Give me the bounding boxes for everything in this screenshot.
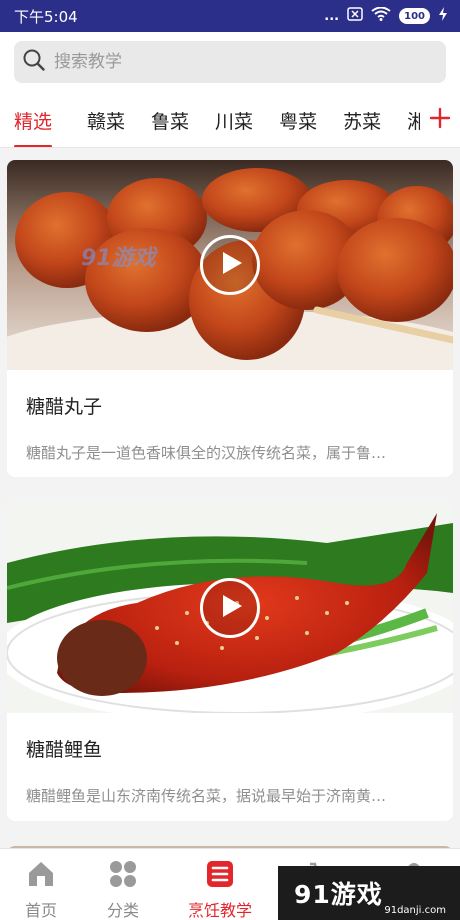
tab-su-cuisine[interactable]: 苏菜 bbox=[330, 92, 394, 147]
wifi-icon bbox=[371, 6, 391, 25]
recipe-video-thumbnail[interactable] bbox=[7, 503, 453, 713]
tab-lu-cuisine[interactable]: 鲁菜 bbox=[138, 92, 202, 147]
brand-logo-text: 91游戏 bbox=[294, 880, 383, 909]
nav-home[interactable]: 首页 bbox=[0, 849, 82, 920]
play-button[interactable] bbox=[200, 235, 260, 295]
category-tabs: 精选 赣菜 鲁菜 川菜 粤菜 苏菜 湘 bbox=[0, 92, 460, 148]
tab-chuan-cuisine[interactable]: 川菜 bbox=[202, 92, 266, 147]
recipe-description: 糖醋鲤鱼是山东济南传统名菜，据说最早始于济南黄… bbox=[26, 787, 387, 805]
home-icon bbox=[26, 859, 56, 893]
add-category-button[interactable] bbox=[420, 92, 460, 147]
tab-featured[interactable]: 精选 bbox=[0, 92, 66, 147]
nav-cooking-lessons-label: 烹饪教学 bbox=[187, 901, 252, 920]
recipe-title: 糖醋鲤鱼 bbox=[26, 739, 103, 761]
search-box[interactable] bbox=[14, 41, 446, 83]
tab-gan-cuisine[interactable]: 赣菜 bbox=[66, 92, 138, 147]
play-icon bbox=[215, 593, 245, 623]
sim-off-icon bbox=[347, 7, 363, 25]
nav-category[interactable]: 分类 bbox=[82, 849, 164, 920]
nav-home-label: 首页 bbox=[24, 901, 57, 920]
status-time: 下午5:04 bbox=[14, 7, 78, 26]
nav-category-label: 分类 bbox=[106, 901, 139, 920]
category-icon bbox=[108, 859, 138, 893]
play-icon bbox=[215, 250, 245, 280]
watermark: 91游戏 bbox=[81, 246, 156, 271]
recipe-card[interactable]: 糖醋鲤鱼 糖醋鲤鱼是山东济南传统名菜，据说最早始于济南黄… bbox=[7, 503, 453, 821]
recipe-description: 糖醋丸子是一道色香味俱全的汉族传统名菜，属于鲁… bbox=[26, 444, 387, 462]
tab-yue-cuisine[interactable]: 粤菜 bbox=[266, 92, 330, 147]
play-button[interactable] bbox=[200, 578, 260, 638]
nav-cooking-lessons[interactable]: 烹饪教学 bbox=[164, 849, 276, 920]
status-bar: 下午5:04 ... 100 bbox=[0, 0, 460, 32]
tab-row: 精选 赣菜 鲁菜 川菜 粤菜 苏菜 湘 bbox=[0, 92, 439, 147]
search-icon bbox=[22, 48, 46, 76]
search-bar bbox=[0, 32, 460, 92]
brand-url: 91danji.com bbox=[384, 905, 446, 916]
more-dots: ... bbox=[324, 8, 340, 24]
recipe-card[interactable]: 91游戏 糖醋丸子 糖醋丸子是一道色香味俱全的汉族传统名菜，属于鲁… bbox=[7, 160, 453, 477]
video-feed: 91游戏 糖醋丸子 糖醋丸子是一道色香味俱全的汉族传统名菜，属于鲁… 糖醋鲤鱼 … bbox=[0, 148, 460, 848]
status-icons: ... 100 bbox=[324, 6, 448, 25]
search-input[interactable] bbox=[54, 52, 414, 72]
brand-watermark: 91游戏 91danji.com bbox=[278, 866, 460, 920]
plus-icon bbox=[429, 107, 451, 133]
charging-icon bbox=[438, 7, 448, 25]
recipe-video-thumbnail[interactable]: 91游戏 bbox=[7, 160, 453, 370]
battery-icon: 100 bbox=[399, 8, 430, 24]
cooking-lesson-icon bbox=[205, 859, 235, 893]
recipe-title: 糖醋丸子 bbox=[26, 396, 103, 418]
